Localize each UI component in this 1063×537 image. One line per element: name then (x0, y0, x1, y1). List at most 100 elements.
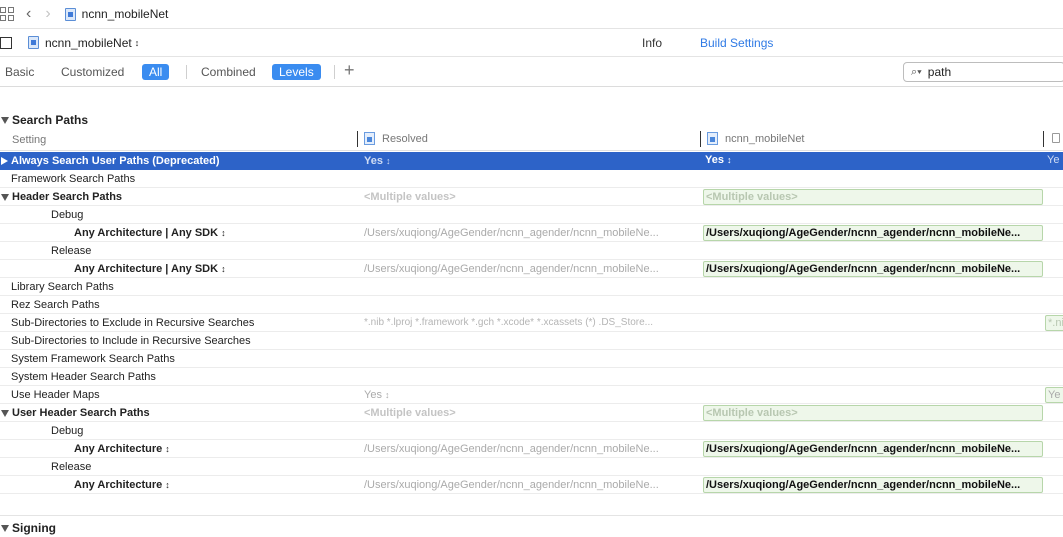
sidebar-toggle-icon[interactable] (0, 36, 12, 49)
setting-name: Header Search Paths (0, 191, 122, 203)
resolved-value: /Users/xuqiong/AgeGender/ncnn_agender/nc… (364, 443, 659, 455)
resolved-value: *.nib *.lproj *.framework *.gch *.xcode*… (364, 317, 654, 328)
setting-row[interactable]: Release (0, 242, 1063, 260)
setting-row[interactable]: Sub-Directories to Include in Recursive … (0, 332, 1063, 350)
column-divider[interactable] (357, 131, 358, 147)
resolved-icon (364, 132, 375, 145)
target-selector[interactable]: ncnn_mobileNet ↕ (28, 36, 139, 50)
resolved-value: Yes ↕ (364, 155, 391, 167)
disclosure-down-icon[interactable] (1, 524, 9, 532)
column-header-row: Setting Resolved ncnn_mobileNet (0, 129, 1063, 151)
section-title: Signing (12, 521, 56, 535)
setting-row[interactable]: Rez Search Paths (0, 296, 1063, 314)
setting-row[interactable]: System Framework Search Paths (0, 350, 1063, 368)
target-value[interactable]: <Multiple values> (703, 189, 1043, 205)
setting-name: Debug (51, 209, 84, 221)
setting-name: Any Architecture | Any SDK ↕ (74, 263, 226, 275)
chevron-updown-icon: ↕ (221, 264, 226, 274)
setting-name: System Framework Search Paths (11, 353, 175, 365)
column-target: ncnn_mobileNet (707, 132, 805, 145)
setting-name: Use Header Maps (11, 389, 100, 401)
add-setting-icon[interactable]: + (344, 60, 355, 81)
setting-row[interactable]: Library Search Paths (0, 278, 1063, 296)
setting-row[interactable]: Header Search Paths <Multiple values> <M… (0, 188, 1063, 206)
section-title: Search Paths (12, 113, 89, 127)
filter-customized[interactable]: Customized (61, 65, 124, 79)
resolved-value: /Users/xuqiong/AgeGender/ncnn_agender/nc… (364, 263, 659, 275)
target-value[interactable]: <Multiple values> (703, 405, 1043, 421)
setting-row[interactable]: Debug (0, 206, 1063, 224)
target-column-icon (707, 132, 718, 145)
setting-name: Sub-Directories to Exclude in Recursive … (11, 317, 255, 329)
filter-bar: Basic Customized All Combined Levels + ⌕… (0, 57, 1063, 87)
setting-name: Framework Search Paths (11, 173, 136, 185)
setting-name: Sub-Directories to Include in Recursive … (11, 335, 251, 347)
section-signing[interactable]: Signing (0, 521, 56, 535)
target-value[interactable]: /Users/xuqiong/AgeGender/ncnn_agender/nc… (703, 261, 1043, 277)
target-bar: ncnn_mobileNet ↕ Info Build Settings (0, 29, 1063, 57)
setting-name: Any Architecture ↕ (74, 479, 170, 491)
filter-combined[interactable]: Combined (201, 65, 256, 79)
resolved-value: <Multiple values> (364, 407, 456, 419)
setting-row[interactable]: Any Architecture ↕ /Users/xuqiong/AgeGend… (0, 476, 1063, 494)
jump-bar-file-label: ncnn_mobileNet (81, 7, 169, 21)
setting-name: User Header Search Paths (0, 407, 150, 419)
setting-row[interactable]: Framework Search Paths (0, 170, 1063, 188)
column-target-label: ncnn_mobileNet (725, 132, 805, 145)
chevron-updown-icon: ↕ (165, 444, 170, 454)
jump-bar: ‹ › ncnn_mobileNet (0, 0, 1063, 29)
setting-name: Debug (51, 425, 84, 437)
setting-row[interactable]: Any Architecture ↕ /Users/xuqiong/AgeGend… (0, 440, 1063, 458)
back-arrow-icon[interactable]: ‹ (26, 6, 31, 22)
setting-row[interactable]: Any Architecture | Any SDK ↕ /Users/xuqio… (0, 260, 1063, 278)
resolved-value: Yes ↕ (364, 389, 390, 401)
setting-row[interactable]: User Header Search Paths <Multiple value… (0, 404, 1063, 422)
disclosure-down-icon[interactable] (1, 409, 9, 417)
disclosure-right-icon[interactable] (1, 157, 8, 165)
disclosure-down-icon[interactable] (1, 116, 9, 124)
resolved-value: /Users/xuqiong/AgeGender/ncnn_agender/nc… (364, 227, 659, 239)
setting-row[interactable]: Sub-Directories to Exclude in Recursive … (0, 314, 1063, 332)
setting-row[interactable]: Any Architecture | Any SDK ↕ /Users/xuqio… (0, 224, 1063, 242)
target-icon (28, 36, 39, 49)
forward-arrow-icon[interactable]: › (45, 6, 50, 22)
project-file-icon (64, 7, 76, 21)
setting-row[interactable]: Use Header Maps Yes ↕ Ye (0, 386, 1063, 404)
column-setting: Setting (12, 134, 47, 146)
tab-build-settings[interactable]: Build Settings (700, 36, 773, 50)
related-items-icon[interactable] (0, 7, 14, 21)
column-resolved-label: Resolved (382, 132, 428, 145)
target-value[interactable]: /Users/xuqiong/AgeGender/ncnn_agender/nc… (703, 477, 1043, 493)
setting-row[interactable]: Always Search User Paths (Deprecated) Ye… (0, 152, 1063, 170)
filter-basic[interactable]: Basic (5, 65, 34, 79)
column-divider[interactable] (1043, 131, 1044, 147)
setting-name: Release (51, 245, 92, 257)
filter-separator (186, 65, 187, 79)
filter-all[interactable]: All (142, 64, 170, 80)
setting-name: Always Search User Paths (Deprecated) (0, 155, 219, 167)
setting-name: Any Architecture ↕ (74, 443, 170, 455)
setting-name: System Header Search Paths (11, 371, 156, 383)
target-value[interactable]: Yes ↕ (703, 153, 1043, 169)
section-search-paths[interactable]: Search Paths (0, 113, 88, 127)
tab-info[interactable]: Info (642, 36, 662, 50)
chevron-updown-icon: ↕ (134, 37, 140, 48)
setting-name: Rez Search Paths (11, 299, 100, 311)
filter-levels[interactable]: Levels (272, 64, 321, 80)
resolved-value: /Users/xuqiong/AgeGender/ncnn_agender/nc… (364, 479, 659, 491)
setting-row[interactable]: Release (0, 458, 1063, 476)
column-resolved: Resolved (364, 132, 428, 145)
target-value[interactable]: /Users/xuqiong/AgeGender/ncnn_agender/nc… (703, 225, 1043, 241)
search-input[interactable] (927, 65, 1038, 79)
setting-name: Release (51, 461, 92, 473)
search-field[interactable]: ⌕▾ (903, 62, 1063, 82)
setting-row[interactable]: Debug (0, 422, 1063, 440)
section-divider (0, 515, 1063, 516)
setting-row[interactable]: System Header Search Paths (0, 368, 1063, 386)
column-divider[interactable] (700, 131, 701, 147)
jump-bar-file[interactable]: ncnn_mobileNet (64, 7, 169, 21)
project-value: Ye (1045, 387, 1063, 403)
chevron-updown-icon: ↕ (221, 228, 226, 238)
disclosure-down-icon[interactable] (1, 193, 9, 201)
target-value[interactable]: /Users/xuqiong/AgeGender/ncnn_agender/nc… (703, 441, 1043, 457)
